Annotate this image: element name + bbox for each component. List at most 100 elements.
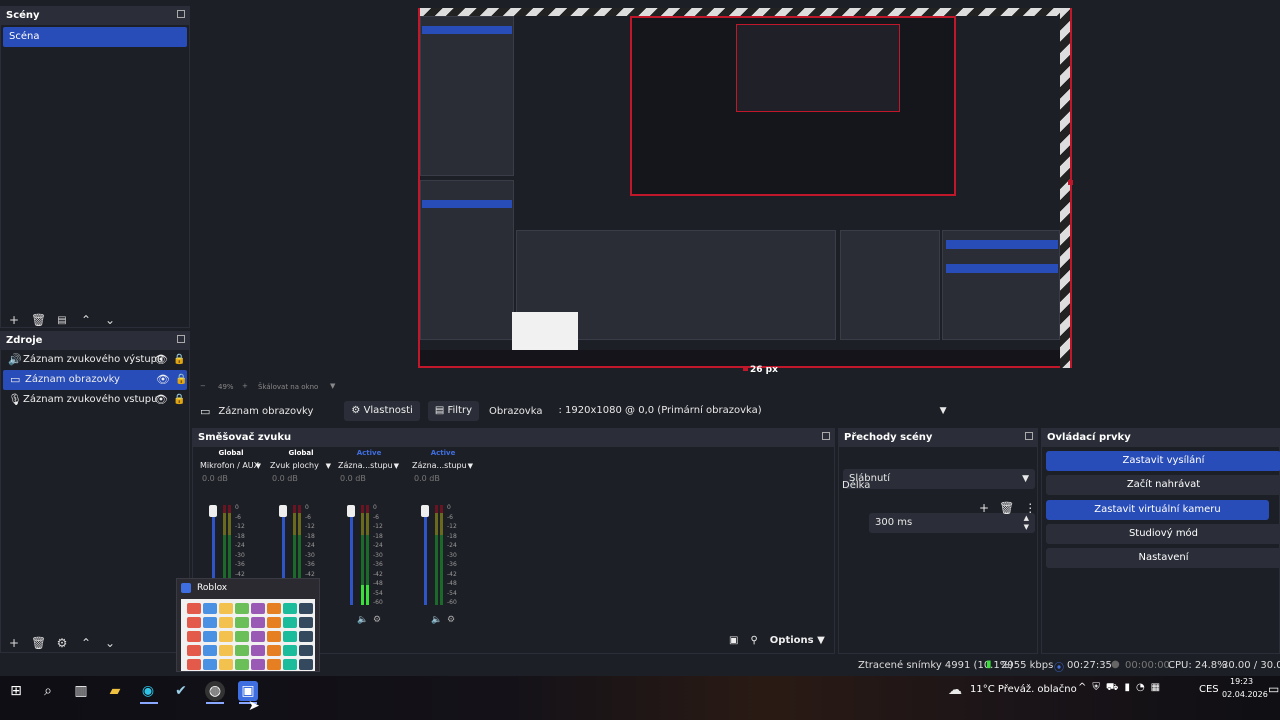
- lock-icon[interactable]: 🔒: [173, 350, 185, 370]
- visibility-eye-icon[interactable]: 👁: [154, 390, 168, 410]
- file-explorer-icon[interactable]: ▰: [105, 681, 125, 701]
- thumbnail-tile: [267, 659, 281, 670]
- sources-dock: Zdroje 🔊 Záznam zvukového výstupu 👁 🔒 ▭ …: [0, 331, 190, 653]
- source-item-screen-capture[interactable]: ▭ Záznam obrazovky 👁 🔒: [3, 370, 187, 390]
- stop-virtual-camera-button[interactable]: Zastavit virtuální kameru: [1046, 500, 1269, 520]
- layout-icon[interactable]: ▣: [729, 635, 738, 646]
- zoom-out-icon[interactable]: −: [200, 382, 206, 390]
- source-label: Záznam obrazovky: [25, 374, 120, 385]
- filters-button[interactable]: ▤ Filtry: [427, 401, 479, 421]
- tray-icons[interactable]: ^⛨⛟▮◔▦: [1078, 682, 1166, 695]
- float-dock-icon[interactable]: [177, 335, 185, 343]
- channel-status: Active: [356, 449, 382, 457]
- float-dock-icon[interactable]: [177, 10, 185, 18]
- spinner-arrows-icon: ▲ ▼: [1023, 514, 1029, 531]
- add-icon[interactable]: +: [7, 313, 21, 327]
- monitor-icon: ▭: [200, 404, 211, 418]
- volume-fader[interactable]: [350, 505, 353, 605]
- thumbnail-tile: [203, 603, 217, 614]
- context-source-name: Záznam obrazovky: [218, 405, 314, 417]
- display-select[interactable]: : 1920x1080 @ 0,0 (Primární obrazovka) ▼: [552, 401, 952, 421]
- thumbnail-tile: [283, 617, 297, 628]
- mini-control-button: [946, 240, 1058, 249]
- move-down-icon[interactable]: ⌄: [103, 313, 117, 327]
- channel-settings-icon[interactable]: ⚙: [373, 615, 381, 625]
- mute-speaker-icon[interactable]: 🔈: [431, 615, 442, 625]
- duration-spinner[interactable]: 300 ms ▲ ▼: [869, 513, 1035, 533]
- volume-fader-knob[interactable]: [421, 505, 429, 517]
- meter-scale-tick: -30: [235, 551, 245, 559]
- meter-scale-tick: -18: [447, 532, 457, 540]
- trash-icon[interactable]: 🗑: [31, 313, 46, 327]
- properties-button[interactable]: ⚙ Vlastnosti: [344, 401, 420, 421]
- resize-handle[interactable]: [743, 366, 748, 371]
- studio-mode-button[interactable]: Studiový mód: [1046, 524, 1280, 544]
- weather-text[interactable]: 11°C Převáž. oblačno: [970, 684, 1077, 695]
- lock-icon[interactable]: 🔒: [175, 370, 187, 390]
- add-icon[interactable]: +: [979, 501, 989, 515]
- source-label: Záznam zvukového výstupu: [23, 354, 164, 365]
- zoom-in-icon[interactable]: +: [242, 382, 248, 390]
- steam-icon[interactable]: ✔: [171, 681, 191, 701]
- chevron-down-icon[interactable]: ▼: [330, 382, 335, 390]
- notifications-icon[interactable]: ▭: [1268, 682, 1279, 696]
- lock-icon[interactable]: 🔒: [173, 390, 185, 410]
- visibility-eye-icon[interactable]: 👁: [156, 370, 170, 390]
- microphone-icon: 🎙: [8, 393, 22, 406]
- volume-fader-knob[interactable]: [347, 505, 355, 517]
- visibility-eye-icon[interactable]: 👁: [154, 350, 168, 370]
- channel-name[interactable]: Zázna...stupu ▼: [407, 459, 479, 473]
- edge-icon[interactable]: ◉: [138, 681, 158, 701]
- scene-item[interactable]: Scéna: [3, 27, 187, 47]
- clock-time[interactable]: 19:23: [1230, 677, 1253, 686]
- channel-volume-db: 0.0 dB: [202, 474, 228, 483]
- meter-scale-tick: -12: [373, 523, 383, 530]
- channel-name-text: Zvuk plochy: [270, 461, 319, 470]
- zoom-fit-label[interactable]: Škálovat na okno: [258, 383, 318, 391]
- transition-select[interactable]: Slábnutí ▼: [843, 469, 1035, 489]
- meter-scale-tick: -54: [447, 589, 457, 597]
- float-dock-icon[interactable]: [822, 432, 830, 440]
- channel-settings-icon[interactable]: ⚙: [447, 615, 455, 625]
- offset-label: 26 px: [750, 365, 778, 375]
- trash-icon[interactable]: 🗑: [999, 501, 1014, 515]
- meter-scale-tick: -6: [373, 513, 379, 521]
- search-icon[interactable]: ⌕: [38, 681, 58, 701]
- volume-fader-knob[interactable]: [209, 505, 217, 517]
- source-item-audio-input[interactable]: 🎙 Záznam zvukového vstupu 👁 🔒: [1, 390, 189, 410]
- mixer-title-text: Směšovač zvuku: [198, 432, 292, 443]
- more-options-icon[interactable]: ⋮: [1024, 501, 1036, 515]
- move-up-icon[interactable]: ⌃: [79, 313, 93, 327]
- mixer-footer: ▣ ⚲ Options ▼: [729, 635, 825, 646]
- settings-button[interactable]: Nastavení: [1046, 548, 1280, 568]
- meter-scale-tick: -6: [447, 513, 453, 521]
- link-icon[interactable]: ⚲: [750, 635, 757, 646]
- obs-icon[interactable]: ◍: [205, 681, 225, 701]
- task-view-icon[interactable]: ▥: [71, 681, 91, 701]
- float-dock-icon[interactable]: [1025, 432, 1033, 440]
- filters-label: Filtry: [447, 405, 472, 416]
- start-recording-button[interactable]: Začít nahrávat: [1046, 475, 1280, 495]
- windows-start-icon[interactable]: ⊞: [6, 681, 26, 701]
- thumbnail-tile: [203, 617, 217, 628]
- thumbnail-tile: [187, 617, 201, 628]
- volume-fader-knob[interactable]: [279, 505, 287, 517]
- clock-date[interactable]: 02.04.2026: [1222, 690, 1268, 699]
- source-item-audio-output[interactable]: 🔊 Záznam zvukového výstupu 👁 🔒: [1, 350, 189, 370]
- chevron-down-icon: ▼: [1022, 474, 1029, 484]
- language-indicator[interactable]: CES: [1199, 684, 1219, 695]
- stop-streaming-button[interactable]: Zastavit vysílání: [1046, 451, 1280, 471]
- resize-handle[interactable]: [1068, 180, 1073, 185]
- options-button[interactable]: Options ▼: [770, 635, 825, 646]
- channel-name[interactable]: Mikrofon / AUX ▼: [195, 459, 267, 473]
- channel-status: Global: [218, 449, 244, 457]
- scene-transitions-dock: Přechody scény Slábnutí ▼ Délka 300 ms ▲…: [838, 428, 1038, 654]
- filter-icon[interactable]: ▤: [55, 315, 69, 326]
- channel-name[interactable]: Zázna...stupu ▼: [333, 459, 405, 473]
- mute-speaker-icon[interactable]: 🔈: [357, 615, 368, 625]
- taskbar-thumbnail-popup[interactable]: Roblox: [176, 578, 320, 672]
- meter-scale-tick: -24: [305, 542, 315, 549]
- level-meter: [435, 505, 438, 605]
- channel-name[interactable]: Zvuk plochy ▼: [265, 459, 337, 473]
- volume-fader[interactable]: [424, 505, 427, 605]
